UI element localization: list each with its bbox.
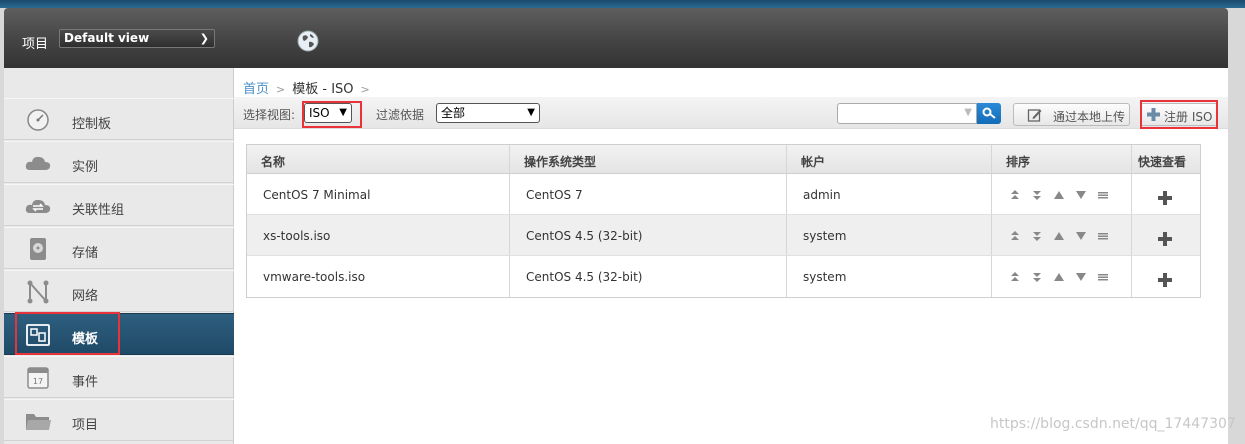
sidebar-item-dashboard[interactable]: 控制板 (4, 98, 234, 140)
column-header-quickview: 快速查看 (1138, 155, 1187, 169)
move-top-icon[interactable] (1009, 189, 1021, 201)
calendar-icon: 17 (27, 367, 49, 389)
svg-text:17: 17 (33, 377, 43, 386)
order-controls (1009, 271, 1119, 285)
move-down-icon[interactable] (1075, 230, 1087, 242)
main-panel: 首页 > 模板 - ISO > 选择视图: ISO ▼ 过滤依据 全部 ▼ ▼ 通 (234, 68, 1228, 444)
quickview-plus-icon[interactable] (1158, 232, 1172, 246)
move-up-icon[interactable] (1053, 271, 1065, 283)
sidebar-item-affinity-groups[interactable]: 关联性组 (4, 184, 234, 226)
cell-os-type: CentOS 7 (526, 188, 583, 202)
project-label: 项目 (22, 37, 49, 52)
cloud-icon (25, 156, 51, 170)
storage-disk-icon (30, 238, 46, 260)
filter-label: 过滤依据 (376, 108, 425, 122)
cell-account: system (803, 229, 847, 243)
cell-name[interactable]: vmware-tools.iso (263, 270, 365, 284)
sidebar-item-label: 网络 (72, 289, 99, 304)
column-header-account[interactable]: 帐户 (787, 145, 992, 173)
move-bottom-icon[interactable] (1031, 271, 1043, 283)
sidebar-item-projects[interactable]: 项目 (4, 399, 234, 441)
breadcrumb-current: 模板 - ISO (292, 82, 354, 97)
cell-os-type: CentOS 4.5 (32-bit) (526, 229, 643, 243)
table-row[interactable]: xs-tools.iso CentOS 4.5 (32-bit) system (247, 215, 1200, 256)
sidebar-item-label: 实例 (72, 160, 99, 175)
select-view-value: ISO (309, 106, 330, 120)
table-row[interactable]: CentOS 7 Minimal CentOS 7 admin (247, 174, 1200, 215)
order-controls (1009, 189, 1119, 203)
edit-icon (1027, 109, 1042, 122)
chevron-down-icon: ▼ (527, 107, 535, 118)
cell-account: admin (803, 188, 841, 202)
watermark: https://blog.csdn.net/qq_17447307 (990, 416, 1236, 432)
folder-icon (26, 414, 51, 430)
cell-name[interactable]: CentOS 7 Minimal (263, 188, 370, 202)
select-view-label: 选择视图: (243, 108, 296, 122)
move-top-icon[interactable] (1009, 230, 1021, 242)
affinity-cloud-icon (25, 199, 51, 213)
register-iso-label: 注册 ISO (1164, 110, 1213, 124)
search-key-icon (982, 107, 996, 119)
column-header-os-type[interactable]: 操作系统类型 (510, 145, 787, 173)
sidebar-item-label: 控制板 (72, 117, 112, 132)
breadcrumb: 首页 > 模板 - ISO > (243, 78, 377, 97)
sidebar-item-label: 事件 (72, 375, 99, 390)
sidebar-item-label: 存储 (72, 246, 99, 261)
search-input[interactable]: ▼ (837, 103, 977, 124)
filter-dropdown[interactable]: 全部 ▼ (436, 103, 540, 123)
breadcrumb-separator: > (276, 83, 286, 96)
register-iso-button[interactable]: 注册 ISO (1140, 103, 1218, 126)
column-header-order: 排序 (992, 145, 1132, 173)
iso-table: 名称 操作系统类型 帐户 排序 快速查看 CentOS 7 Minimal Ce… (246, 144, 1201, 298)
breadcrumb-home-link[interactable]: 首页 (243, 82, 269, 97)
quickview-plus-icon[interactable] (1158, 191, 1172, 205)
network-icon (27, 280, 49, 304)
chevron-down-icon: ❯ (199, 32, 209, 45)
drag-handle-icon[interactable] (1097, 189, 1109, 201)
move-bottom-icon[interactable] (1031, 189, 1043, 201)
cell-os-type: CentOS 4.5 (32-bit) (526, 270, 643, 284)
drag-handle-icon[interactable] (1097, 271, 1109, 283)
table-row[interactable]: vmware-tools.iso CentOS 4.5 (32-bit) sys… (247, 256, 1200, 297)
sidebar-item-events[interactable]: 17 事件 (4, 356, 234, 398)
globe-icon[interactable] (297, 30, 319, 52)
move-down-icon[interactable] (1075, 189, 1087, 201)
move-top-icon[interactable] (1009, 271, 1021, 283)
top-header: 项目 Default view ❯ (4, 8, 1228, 68)
column-header-name[interactable]: 名称 (247, 145, 510, 173)
dropdown-triangle-icon[interactable]: ▼ (964, 107, 972, 118)
sidebar-item-storage[interactable]: 存储 (4, 227, 234, 269)
plus-icon (1147, 108, 1160, 121)
cell-account: system (803, 270, 847, 284)
breadcrumb-separator: > (360, 83, 370, 96)
project-view-select[interactable]: Default view ❯ (59, 29, 215, 48)
project-view-value: Default view (64, 31, 150, 45)
sidebar-item-label: 项目 (72, 418, 99, 433)
sidebar-item-instances[interactable]: 实例 (4, 141, 234, 183)
chevron-down-icon: ▼ (339, 107, 347, 118)
quickview-plus-icon[interactable] (1158, 273, 1172, 287)
toolbar: 选择视图: ISO ▼ 过滤依据 全部 ▼ ▼ 通过本地上传 注册 ISO (234, 97, 1228, 129)
select-view-dropdown[interactable]: ISO ▼ (304, 103, 352, 123)
table-header-row: 名称 操作系统类型 帐户 排序 快速查看 (247, 145, 1200, 174)
search-button[interactable] (977, 103, 1001, 124)
move-down-icon[interactable] (1075, 271, 1087, 283)
move-up-icon[interactable] (1053, 189, 1065, 201)
move-bottom-icon[interactable] (1031, 230, 1043, 242)
upload-local-label: 通过本地上传 (1053, 110, 1126, 124)
sidebar: 控制板 实例 关联性组 存储 网络 模板 17 事件 项目 (4, 68, 234, 444)
drag-handle-icon[interactable] (1097, 230, 1109, 242)
upload-local-button[interactable]: 通过本地上传 (1013, 103, 1130, 126)
sidebar-item-network[interactable]: 网络 (4, 270, 234, 312)
order-controls (1009, 230, 1119, 244)
sidebar-item-templates[interactable]: 模板 (4, 313, 234, 355)
sidebar-item-label: 模板 (72, 332, 99, 347)
sidebar-item-label: 关联性组 (72, 203, 125, 218)
cell-name[interactable]: xs-tools.iso (263, 229, 330, 243)
dashboard-icon (27, 109, 49, 131)
move-up-icon[interactable] (1053, 230, 1065, 242)
template-icon (26, 324, 50, 346)
filter-value: 全部 (441, 106, 466, 120)
